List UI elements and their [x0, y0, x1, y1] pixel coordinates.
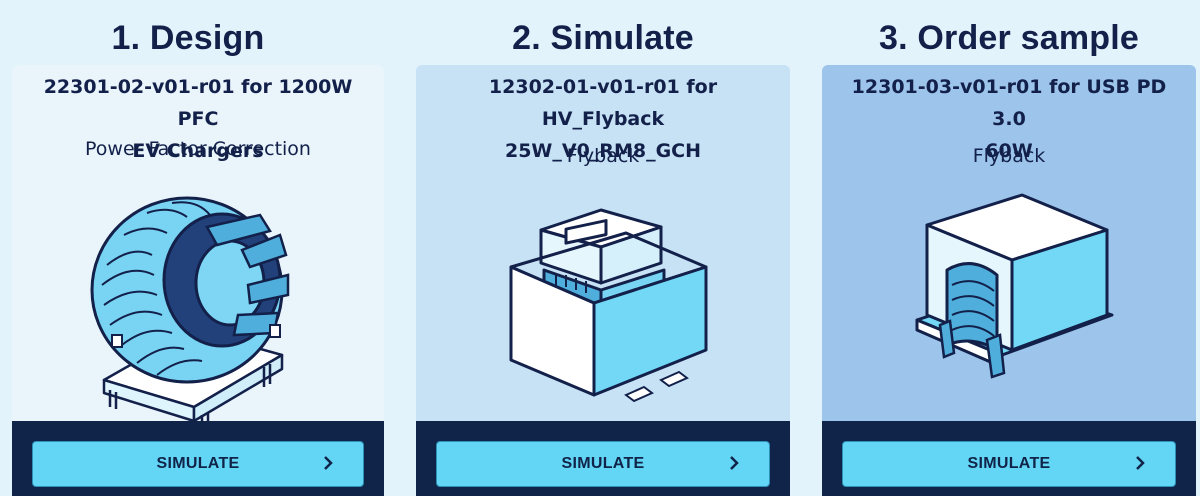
card-footer: SIMULATE [416, 421, 790, 496]
card-footer: SIMULATE [822, 421, 1196, 496]
card-subtitle: Flyback [972, 145, 1046, 167]
simulate-button[interactable]: SIMULATE [436, 441, 770, 487]
step-title-order-sample: 3. Order sample [878, 19, 1139, 57]
simulate-button-label: SIMULATE [967, 455, 1051, 472]
card-title-line-1: 12302-01-v01-r01 for HV_Flyback [488, 76, 718, 130]
chevron-right-icon [324, 456, 333, 470]
simulate-button[interactable]: SIMULATE [32, 441, 364, 487]
card-title-line-1: 12301-03-v01-r01 for USB PD 3.0 [851, 76, 1167, 130]
card-subtitle: Flyback [566, 145, 640, 167]
design-card-hv-flyback[interactable]: 12302-01-v01-r01 for HV_Flyback 25W_V0_R… [416, 65, 790, 496]
chevron-right-icon [1136, 456, 1145, 470]
design-card-pfc[interactable]: 22301-02-v01-r01 for 1200W PFC EV Charge… [12, 65, 384, 496]
simulate-button-label: SIMULATE [156, 455, 240, 472]
simulate-button[interactable]: SIMULATE [842, 441, 1176, 487]
card-footer: SIMULATE [12, 421, 384, 496]
design-card-usb-pd[interactable]: 12301-03-v01-r01 for USB PD 3.0 60W Flyb… [822, 65, 1196, 496]
card-subtitle: Power Factor Correction [85, 138, 311, 160]
chevron-right-icon [730, 456, 739, 470]
card-title-line-1: 22301-02-v01-r01 for 1200W PFC [43, 76, 353, 130]
step-title-design: 1. Design [111, 19, 265, 57]
simulate-button-label: SIMULATE [561, 455, 645, 472]
step-title-simulate: 2. Simulate [512, 19, 694, 57]
